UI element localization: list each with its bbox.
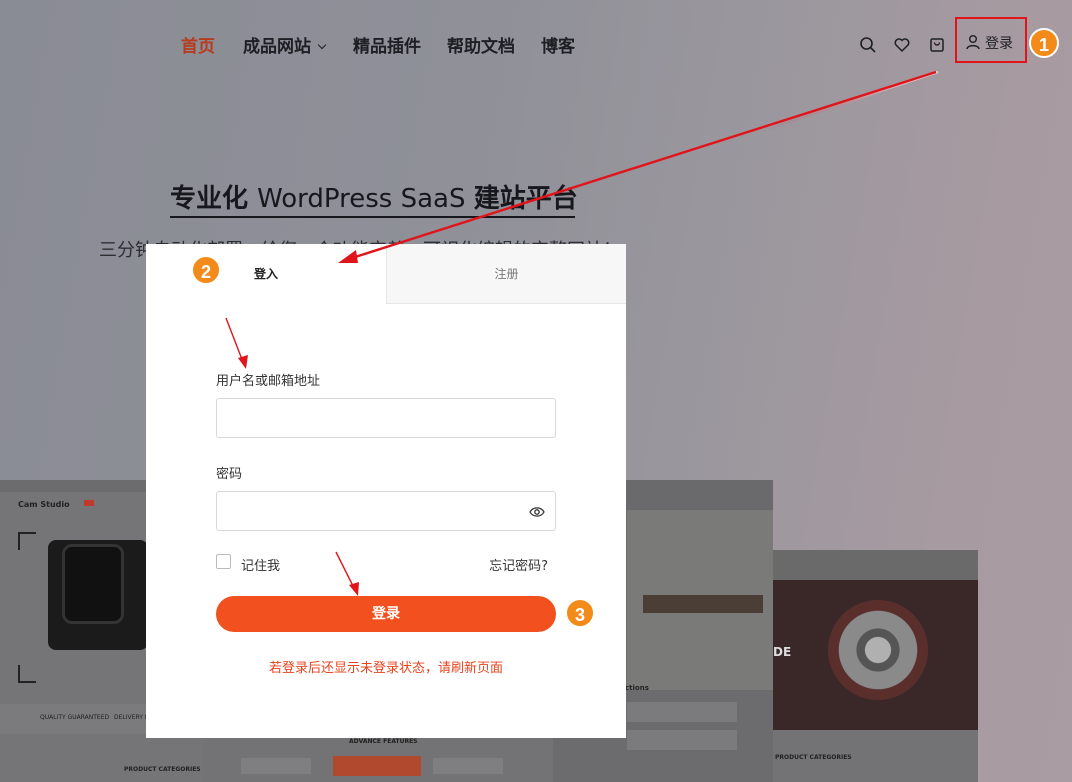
password-label: 密码 bbox=[216, 467, 243, 482]
header-login-link[interactable]: 登录 bbox=[965, 32, 1013, 53]
hero-title-wp: WordPress SaaS bbox=[257, 184, 474, 214]
hero-title: 专业化 WordPress SaaS 建站平台 bbox=[170, 178, 578, 215]
heart-icon[interactable] bbox=[893, 36, 911, 54]
forgot-password-link[interactable]: 忘记密码? bbox=[489, 555, 548, 574]
brake-rotor-image bbox=[828, 600, 928, 700]
main-nav: 首页 成品网站 精品插件 帮助文档 博客 bbox=[0, 28, 1072, 58]
hero-title-underline bbox=[170, 216, 575, 218]
nav-item-plugins[interactable]: 精品插件 bbox=[353, 32, 421, 57]
password-field[interactable] bbox=[217, 492, 555, 530]
eye-icon[interactable] bbox=[529, 505, 545, 519]
annotation-badge-2: 2 bbox=[191, 255, 221, 285]
search-icon[interactable] bbox=[859, 36, 877, 54]
login-submit-button[interactable]: 登录 bbox=[216, 596, 556, 632]
user-icon bbox=[966, 35, 980, 50]
preview-footer: PRODUCT CATEGORIES bbox=[775, 754, 852, 761]
remember-checkbox[interactable] bbox=[216, 554, 231, 569]
preview-heading: ADVANCE FEATURES bbox=[349, 738, 418, 745]
username-field[interactable] bbox=[217, 399, 555, 437]
template-preview-auto: DE PRODUCT CATEGORIES bbox=[773, 550, 978, 782]
annotation-badge-3: 3 bbox=[565, 598, 595, 628]
tab-register[interactable]: 注册 bbox=[386, 244, 626, 304]
bag-icon[interactable] bbox=[928, 36, 946, 54]
preview-footer: PRODUCT CATEGORIES bbox=[124, 766, 201, 773]
nav-item-home[interactable]: 首页 bbox=[181, 32, 215, 57]
nav-item-label: 成品网站 bbox=[243, 37, 311, 57]
hero-title-suffix: 建站平台 bbox=[473, 184, 578, 214]
login-highlight-box: 登录 bbox=[955, 17, 1027, 63]
annotation-badge-1: 1 bbox=[1029, 28, 1059, 58]
login-modal: 登入 注册 用户名或邮箱地址 密码 记住我 忘记密码? 登录 若登录后还显示未登… bbox=[146, 244, 626, 738]
nav-item-sites[interactable]: 成品网站 bbox=[243, 32, 327, 57]
chevron-down-icon bbox=[317, 40, 327, 50]
header-login-label: 登录 bbox=[985, 36, 1013, 52]
tab-login[interactable]: 登入 bbox=[146, 244, 386, 304]
preview-heading: ctions bbox=[625, 684, 649, 692]
preview-feature-1: QUALITY GUARANTEED bbox=[40, 714, 110, 721]
camera-lens-image bbox=[62, 544, 124, 624]
password-field-wrapper bbox=[216, 491, 556, 531]
remember-label[interactable]: 记住我 bbox=[241, 555, 280, 574]
username-label: 用户名或邮箱地址 bbox=[216, 374, 321, 389]
arrow-to-login-tab bbox=[338, 70, 939, 263]
username-field-wrapper bbox=[216, 398, 556, 438]
sink-image bbox=[643, 595, 763, 613]
hero-title-prefix: 专业化 bbox=[170, 184, 258, 214]
preview-overlay: DE bbox=[773, 645, 792, 659]
nav-item-docs[interactable]: 帮助文档 bbox=[447, 32, 515, 57]
refresh-notice: 若登录后还显示未登录状态，请刷新页面 bbox=[268, 661, 503, 676]
preview-brand: Cam Studio bbox=[18, 500, 70, 509]
nav-item-blog[interactable]: 博客 bbox=[541, 32, 575, 57]
